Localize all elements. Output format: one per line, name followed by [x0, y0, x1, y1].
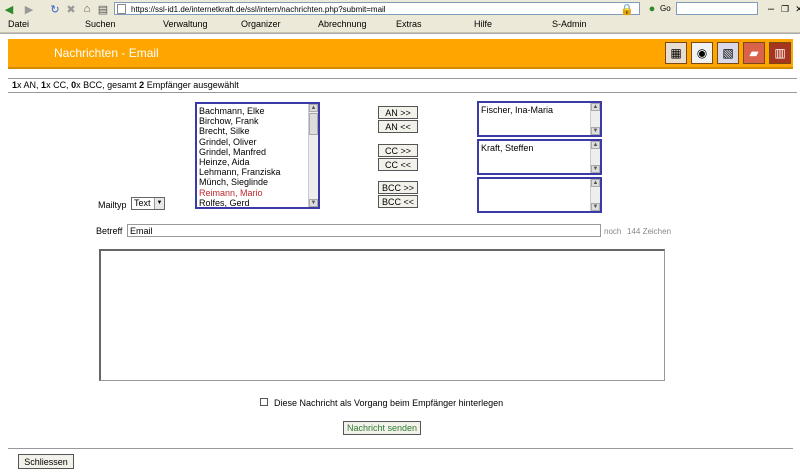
contact-list[interactable]: Bachmann, Elke Birchow, Frank Brecht, Si…: [195, 102, 320, 209]
reload-icon[interactable]: ↻: [48, 2, 62, 16]
document-icon[interactable]: ▧: [717, 42, 739, 64]
betreff-label: Betreff: [96, 226, 123, 236]
an-count-label: x AN,: [17, 80, 39, 90]
cc-add-button[interactable]: CC >>: [378, 144, 418, 157]
cc-remove-button[interactable]: CC <<: [378, 158, 418, 171]
footer-divider: [8, 448, 793, 449]
restore-icon[interactable]: ❐: [778, 2, 792, 16]
trash-icon[interactable]: ▥: [769, 42, 791, 64]
contact-item[interactable]: Rolfes, Gerd: [197, 198, 318, 207]
eye-icon[interactable]: ◉: [691, 42, 713, 64]
contact-item[interactable]: Grindel, Oliver: [197, 137, 318, 147]
menu-extras[interactable]: Extras: [396, 19, 422, 29]
bcc-list-scrollbar[interactable]: ▲ ▼: [590, 179, 600, 211]
mailtyp-select[interactable]: Text ▼: [131, 197, 165, 210]
vorgang-checkbox[interactable]: [260, 398, 268, 406]
mailtyp-value: Text: [134, 198, 151, 208]
betreff-input[interactable]: [127, 224, 601, 237]
contact-list-scrollbar[interactable]: ▲ ▼: [308, 104, 318, 207]
menu-s-admin[interactable]: S-Admin: [552, 19, 587, 29]
book-icon[interactable]: ▰: [743, 42, 765, 64]
go-label[interactable]: Go: [660, 4, 671, 13]
bcc-remove-button[interactable]: BCC <<: [378, 195, 418, 208]
an-add-button[interactable]: AN >>: [378, 106, 418, 119]
back-icon[interactable]: ◀: [2, 2, 16, 16]
contact-item[interactable]: Münch, Sieglinde: [197, 177, 318, 187]
app-menu-bar: Datei Suchen Verwaltung Organizer Abrech…: [0, 18, 800, 33]
print-icon[interactable]: ▤: [96, 2, 110, 16]
browser-search-input[interactable]: [676, 2, 758, 15]
menu-organizer[interactable]: Organizer: [241, 19, 281, 29]
close-button[interactable]: Schliessen: [18, 454, 74, 469]
menu-verwaltung[interactable]: Verwaltung: [163, 19, 208, 29]
minimize-icon[interactable]: –: [764, 2, 778, 16]
forward-icon[interactable]: ▶: [22, 2, 36, 16]
total-count: 2: [139, 80, 145, 90]
stop-icon[interactable]: ✖: [64, 2, 78, 16]
an-recipient-item[interactable]: Fischer, Ina-Maria: [479, 105, 600, 115]
menu-abrechnung[interactable]: Abrechnung: [318, 19, 367, 29]
page-icon: [117, 4, 126, 14]
menu-hilfe[interactable]: Hilfe: [474, 19, 492, 29]
notes-icon[interactable]: ▦: [665, 42, 687, 64]
noch-label: noch: [604, 227, 622, 236]
message-body-textarea[interactable]: [99, 249, 665, 381]
menu-datei[interactable]: Datei: [8, 19, 29, 29]
close-window-icon[interactable]: ✕: [792, 2, 800, 16]
cc-recipients-list[interactable]: Kraft, Steffen ▲ ▼: [477, 139, 602, 175]
mailtyp-label: Mailtyp: [98, 200, 127, 210]
contact-item[interactable]: Heinze, Aida: [197, 157, 318, 167]
menu-suchen[interactable]: Suchen: [85, 19, 116, 29]
browser-toolbar: ◀ ▶ ↻ ✖ ⌂ ▤ https://ssl-id1.de/internetk…: [0, 0, 800, 19]
bcc-recipients-list[interactable]: ▲ ▼: [477, 177, 602, 213]
cc-list-scrollbar[interactable]: ▲ ▼: [590, 141, 600, 173]
an-list-scrollbar[interactable]: ▲ ▼: [590, 103, 600, 135]
contact-item[interactable]: Lehmann, Franziska: [197, 167, 318, 177]
char-count: 144 Zeichen: [627, 227, 672, 236]
bcc-count-label: x BCC,: [76, 80, 105, 90]
contact-item-highlighted[interactable]: Reimann, Mario: [197, 188, 318, 198]
total-suffix: Empfänger ausgewählt: [146, 80, 239, 90]
contact-item[interactable]: Birchow, Frank: [197, 116, 318, 126]
total-label: gesamt: [107, 80, 137, 90]
recipient-summary: 1x AN, 1x CC, 0x BCC, gesamt 2 Empfänger…: [8, 78, 797, 93]
an-remove-button[interactable]: AN <<: [378, 120, 418, 133]
cc-count-label: x CC,: [46, 80, 69, 90]
go-icon[interactable]: ●: [645, 2, 659, 16]
lock-icon: 🔒: [620, 3, 634, 16]
contact-item[interactable]: Grindel, Manfred: [197, 147, 318, 157]
cc-recipient-item[interactable]: Kraft, Steffen: [479, 143, 600, 153]
address-bar[interactable]: https://ssl-id1.de/internetkraft.de/ssl/…: [114, 2, 640, 15]
send-button[interactable]: Nachricht senden: [343, 421, 421, 435]
vorgang-label: Diese Nachricht als Vorgang beim Empfäng…: [274, 398, 504, 408]
bcc-add-button[interactable]: BCC >>: [378, 181, 418, 194]
page-title: Nachrichten - Email: [54, 46, 159, 60]
contact-item[interactable]: Bachmann, Elke: [197, 106, 318, 116]
home-icon[interactable]: ⌂: [80, 2, 94, 16]
chevron-down-icon: ▼: [154, 198, 164, 209]
an-recipients-list[interactable]: Fischer, Ina-Maria ▲ ▼: [477, 101, 602, 137]
contact-item[interactable]: Brecht, Silke: [197, 126, 318, 136]
url-text: https://ssl-id1.de/internetkraft.de/ssl/…: [131, 5, 386, 14]
